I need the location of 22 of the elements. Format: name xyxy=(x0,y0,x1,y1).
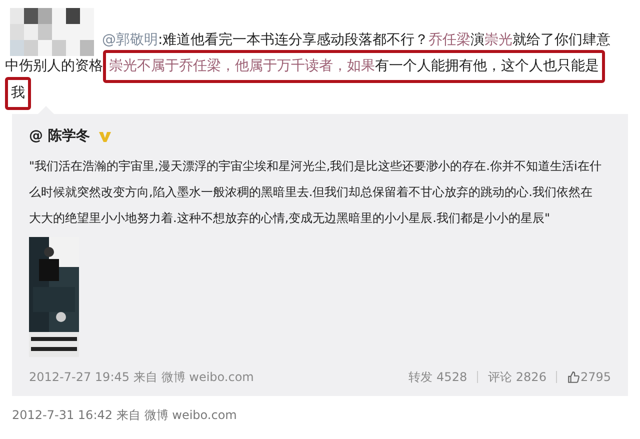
timestamp[interactable]: 2012-7-27 19:45 xyxy=(29,368,130,386)
timestamp[interactable]: 2012-7-31 16:42 xyxy=(12,406,112,424)
post-text: 就给了你们肆意 xyxy=(512,31,611,50)
post-text: 演 xyxy=(470,31,485,50)
quote-text: 么时候就突然改变方向,陷入墨水一般浓稠的黑暗里去.但我们却总保留着不甘心放弃的跳动的心.我们依然在 xyxy=(29,184,592,201)
comment-link[interactable]: 评论 2826 xyxy=(488,368,546,386)
post-text: 中伤别人的资格 xyxy=(5,57,103,76)
quote-text: "我们活在浩瀚的宇宙里,漫天漂浮的宇宙尘埃和星河光尘,我们是比这些还要渺小的存在.你并不知道生活i在什 xyxy=(29,158,602,175)
like-count: 2795 xyxy=(580,369,611,386)
thumbs-up-icon[interactable] xyxy=(567,370,580,384)
source-text: 来自 微博 weibo.com xyxy=(116,407,237,424)
post-text: 我 xyxy=(11,84,25,103)
post-text: 有一个人能拥有他，这个人也只能是 xyxy=(375,57,599,76)
post-text: :难道他看完一本书连分享感动段落都不行？ xyxy=(158,31,429,50)
source-text: 来自 微博 weibo.com xyxy=(134,369,254,386)
author-link[interactable]: @ 陈学冬 xyxy=(29,126,90,147)
quote-text: 大大的绝望里小小地努力着.这种不想放弃的心情,变成无边黑暗里的小小星辰.我们都是小小的星辰" xyxy=(29,210,550,227)
mention-link[interactable]: @郭敬明 xyxy=(102,28,158,53)
name-link[interactable]: 乔任梁 xyxy=(428,28,471,53)
name-link[interactable]: 崇光不属于乔任梁，他属于万千读者，如果 xyxy=(109,54,375,79)
repost-link[interactable]: 转发 4528 xyxy=(408,368,468,386)
name-link[interactable]: 崇光 xyxy=(484,28,513,53)
